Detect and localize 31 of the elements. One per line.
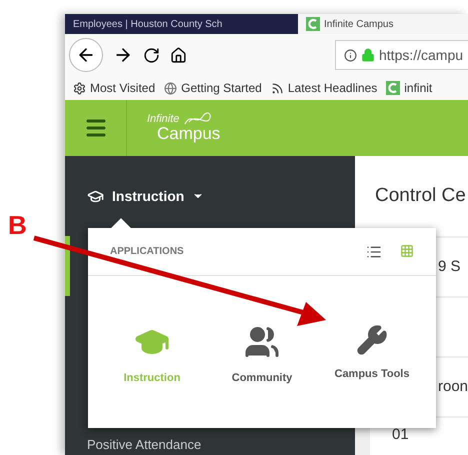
back-button[interactable] <box>69 38 103 72</box>
campus-logo: Infinite Campus <box>146 112 220 145</box>
home-icon[interactable] <box>170 46 187 64</box>
gear-icon <box>73 82 86 94</box>
table-cell-text: roon <box>438 376 468 397</box>
bookmark-link[interactable]: Getting Started <box>164 79 262 97</box>
info-icon[interactable] <box>344 48 357 62</box>
people-icon <box>244 324 280 360</box>
bookmark-link[interactable]: Most Visited <box>73 79 156 97</box>
table-cell-text: 01 <box>392 425 409 445</box>
browser-tab[interactable]: Infinite Campus <box>298 14 468 34</box>
applications-heading: APPLICATIONS <box>110 245 184 259</box>
instruction-menu[interactable]: Instruction <box>112 186 204 206</box>
bookmark-link[interactable]: Latest Headlines <box>270 79 378 97</box>
rss-icon <box>270 82 284 94</box>
sidebar-item[interactable]: Positive Attendance <box>65 434 355 455</box>
browser-tab[interactable]: Employees | Houston County Sch <box>65 14 298 34</box>
globe-icon <box>164 82 178 94</box>
application-tile[interactable]: Campus Tools <box>328 324 416 386</box>
wrench-icon <box>356 324 388 356</box>
list-view-icon[interactable] <box>366 244 382 260</box>
annotation-label: B <box>8 209 27 242</box>
campus-logo-icon <box>306 17 320 31</box>
address-field[interactable]: https://campu <box>335 40 468 70</box>
campus-logo-icon <box>386 81 400 95</box>
table-cell-text: 9 S <box>438 256 461 277</box>
bookmark-link[interactable]: infinit <box>386 79 432 97</box>
reload-icon[interactable] <box>143 46 160 64</box>
application-tile[interactable]: Community <box>218 324 306 386</box>
active-indicator <box>65 236 70 296</box>
page-title: Control Ce <box>355 156 468 236</box>
